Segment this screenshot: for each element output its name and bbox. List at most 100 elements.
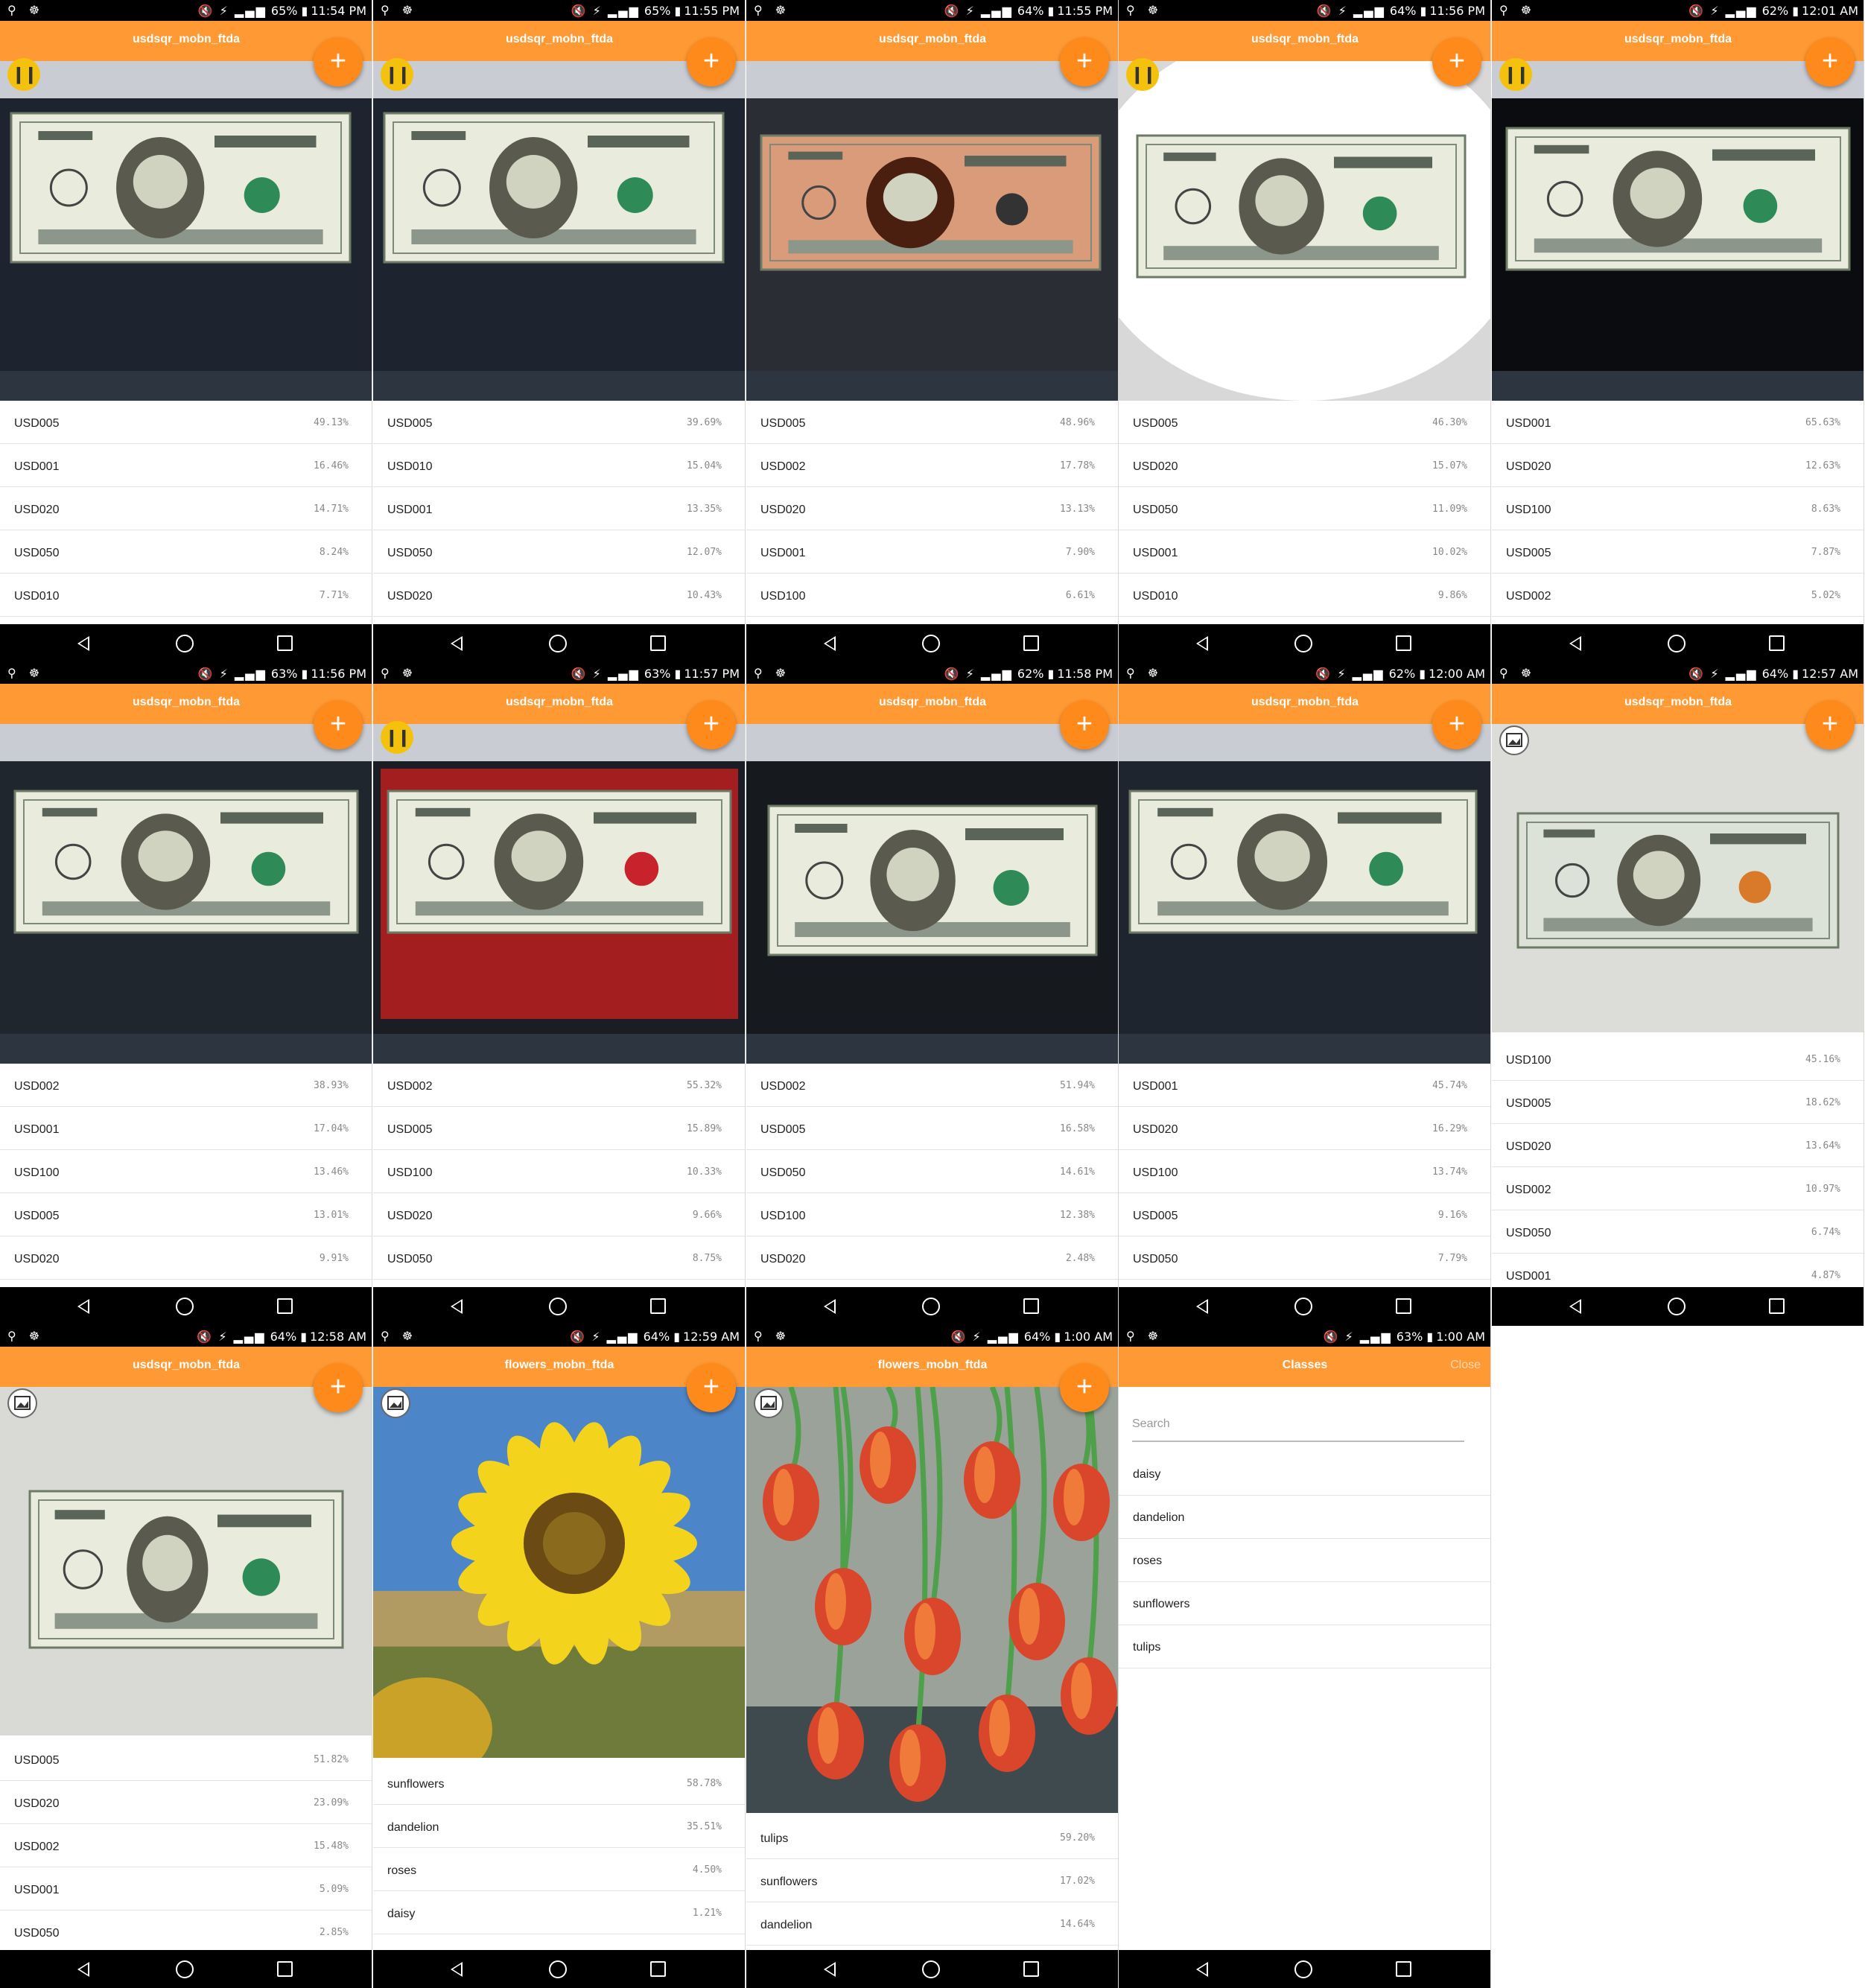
back-icon[interactable] — [824, 1962, 836, 1977]
recents-icon[interactable] — [277, 635, 293, 651]
pause-icon[interactable]: ❙❙ — [381, 721, 413, 754]
home-icon[interactable] — [1668, 1298, 1686, 1315]
result-row: USD050 6.74% — [1492, 1210, 1864, 1254]
home-icon[interactable] — [176, 1298, 194, 1315]
add-model-button[interactable]: + — [314, 1363, 363, 1412]
add-model-button[interactable]: + — [1805, 700, 1855, 749]
recents-icon[interactable] — [1023, 1298, 1039, 1314]
gallery-icon[interactable] — [1499, 725, 1529, 755]
add-model-button[interactable]: + — [687, 700, 736, 749]
class-item[interactable]: roses — [1119, 1539, 1490, 1582]
battery-icon: ▮ — [670, 667, 681, 681]
back-icon[interactable] — [451, 1962, 463, 1977]
notification-icons: ⚲ ☸ — [754, 1329, 791, 1343]
navigation-bar — [746, 624, 1118, 663]
recents-icon[interactable] — [1396, 635, 1411, 651]
class-label: USD020 — [1133, 1123, 1178, 1136]
confidence-value: 7.90% — [1065, 547, 1095, 558]
home-icon[interactable] — [176, 1960, 194, 1978]
home-icon[interactable] — [922, 635, 940, 652]
notification-icons: ⚲ ☸ — [1126, 666, 1163, 680]
back-icon[interactable] — [1196, 1962, 1208, 1977]
close-button[interactable]: Close — [1450, 1359, 1481, 1372]
recents-icon[interactable] — [1023, 635, 1039, 651]
app-screen: ⚲ ☸ 🔇 ⚡ ▂▄▆ 65% ▮ 11:54 PM usdsqr_mobn_ftda +… — [0, 0, 372, 663]
result-row: USD001 45.74% — [1119, 1064, 1490, 1107]
add-model-button[interactable]: + — [1060, 700, 1109, 749]
battery-icon: ▮ — [1415, 667, 1426, 681]
home-icon[interactable] — [549, 1960, 567, 1978]
back-icon[interactable] — [77, 636, 89, 651]
recents-icon[interactable] — [1023, 1961, 1039, 1977]
back-icon[interactable] — [1569, 636, 1581, 651]
pause-icon[interactable]: ❙❙ — [1499, 58, 1532, 91]
result-row: USD010 9.86% — [1119, 574, 1490, 617]
back-icon[interactable] — [1196, 636, 1208, 651]
gallery-icon[interactable] — [381, 1388, 410, 1418]
home-icon[interactable] — [922, 1960, 940, 1978]
confidence-value: 9.66% — [692, 1210, 722, 1221]
banknote — [1505, 127, 1851, 271]
class-item[interactable]: sunflowers — [1119, 1582, 1490, 1625]
confidence-value: 9.16% — [1437, 1210, 1467, 1221]
search-input[interactable] — [1132, 1414, 1460, 1435]
home-icon[interactable] — [549, 1298, 567, 1315]
add-model-button[interactable]: + — [1432, 37, 1481, 86]
recents-icon[interactable] — [650, 1961, 666, 1977]
recents-icon[interactable] — [650, 1298, 666, 1314]
class-item[interactable]: tulips — [1119, 1625, 1490, 1668]
pause-icon[interactable]: ❙❙ — [1126, 58, 1159, 91]
add-model-button[interactable]: + — [1432, 700, 1481, 749]
confidence-value: 15.89% — [687, 1123, 722, 1134]
home-icon[interactable] — [549, 635, 567, 652]
model-title: flowers_mobn_ftda — [504, 1359, 614, 1371]
home-icon[interactable] — [922, 1298, 940, 1315]
add-model-button[interactable]: + — [314, 37, 363, 86]
recents-icon[interactable] — [277, 1298, 293, 1314]
back-icon[interactable] — [824, 1299, 836, 1314]
class-item[interactable]: dandelion — [1119, 1496, 1490, 1539]
add-model-button[interactable]: + — [687, 37, 736, 86]
status-bar: ⚲ ☸ 🔇 ⚡ ▂▄▆ 63% ▮ 11:56 PM — [0, 663, 372, 684]
recents-icon[interactable] — [1769, 635, 1785, 651]
class-item[interactable]: daisy — [1119, 1452, 1490, 1496]
add-model-button[interactable]: + — [1060, 1363, 1109, 1412]
pause-icon[interactable]: ❙❙ — [381, 58, 413, 91]
back-icon[interactable] — [1196, 1299, 1208, 1314]
pause-icon[interactable]: ❙❙ — [7, 58, 40, 91]
app-screen: ⚲ ☸ 🔇 ⚡ ▂▄▆ 64% ▮ 12:58 AM usdsqr_mobn_ftda +… — [0, 1326, 372, 1988]
back-icon[interactable] — [451, 636, 463, 651]
add-model-button[interactable]: + — [314, 700, 363, 749]
camera-preview — [373, 61, 745, 401]
add-model-button[interactable]: + — [1060, 37, 1109, 86]
add-model-button[interactable]: + — [687, 1363, 736, 1412]
recents-icon[interactable] — [277, 1961, 293, 1977]
home-icon[interactable] — [176, 635, 194, 652]
status-time: 11:57 PM — [684, 667, 740, 681]
class-label: USD050 — [1506, 1227, 1551, 1239]
home-icon[interactable] — [1668, 635, 1686, 652]
add-model-button[interactable]: + — [1805, 37, 1855, 86]
home-icon[interactable] — [1294, 635, 1312, 652]
confidence-value: 14.61% — [1060, 1166, 1095, 1178]
back-icon[interactable] — [824, 636, 836, 651]
recents-icon[interactable] — [650, 635, 666, 651]
home-icon[interactable] — [1294, 1298, 1312, 1315]
gallery-icon[interactable] — [754, 1388, 784, 1418]
gallery-icon[interactable] — [7, 1388, 37, 1418]
back-icon[interactable] — [77, 1299, 89, 1314]
result-row: USD100 6.61% — [746, 574, 1118, 617]
confidence-value: 7.87% — [1811, 547, 1840, 558]
back-icon[interactable] — [1569, 1299, 1581, 1314]
navigation-bar — [373, 1287, 745, 1326]
back-icon[interactable] — [451, 1299, 463, 1314]
battery-icon: ▮ — [297, 667, 308, 681]
recents-icon[interactable] — [1769, 1298, 1785, 1314]
class-label: dandelion — [760, 1919, 813, 1931]
recents-icon[interactable] — [1396, 1961, 1411, 1977]
home-icon[interactable] — [1294, 1960, 1312, 1978]
result-row: sunflowers 17.02% — [746, 1859, 1118, 1902]
back-icon[interactable] — [77, 1962, 89, 1977]
result-row: USD020 14.71% — [0, 487, 372, 530]
recents-icon[interactable] — [1396, 1298, 1411, 1314]
